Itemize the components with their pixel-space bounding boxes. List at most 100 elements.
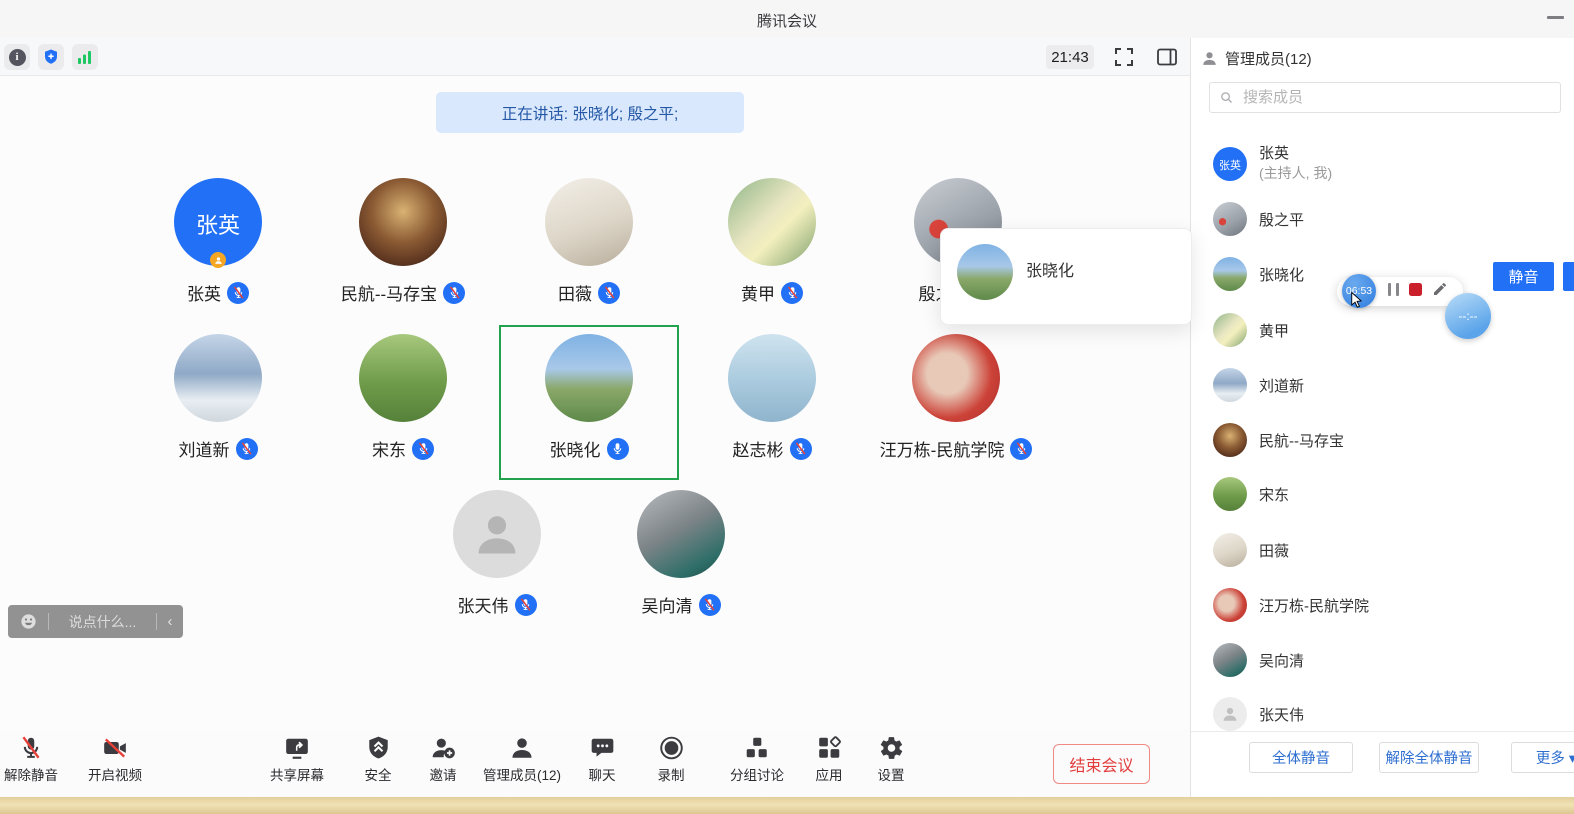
mute-all-button[interactable]: 全体静音 xyxy=(1249,742,1353,773)
avatar xyxy=(359,178,447,266)
unmute-all-button[interactable]: 解除全体静音 xyxy=(1379,742,1479,773)
apps-button[interactable]: 应用 xyxy=(816,735,843,784)
participant-tile[interactable]: 张英 张英 xyxy=(128,178,308,310)
muted-mic-icon xyxy=(515,594,537,616)
participant-tile[interactable]: 田薇 xyxy=(499,178,679,310)
minimize-button[interactable] xyxy=(1547,16,1564,19)
member-list-item[interactable]: 张天伟 xyxy=(1213,697,1304,731)
bottom-toolbar: 解除静音 开启视频 共享屏幕 安全 邀请 管理成员(12) 聊天 xyxy=(0,730,1190,797)
person-placeholder-icon xyxy=(1221,705,1239,723)
layout-toggle-button[interactable] xyxy=(1155,45,1179,69)
participant-tile[interactable]: 吴向清 xyxy=(591,490,771,622)
muted-mic-icon xyxy=(412,438,434,460)
participant-tile[interactable]: 汪万栋-民航学院 xyxy=(866,334,1046,466)
chat-input-placeholder[interactable]: 说点什么... xyxy=(49,612,156,632)
participant-name: 张晓化 xyxy=(550,436,601,461)
recorder-idle-bubble[interactable]: --:-- xyxy=(1445,293,1491,339)
member-search-box[interactable] xyxy=(1209,82,1561,113)
more-actions-button[interactable]: 更多 ▾ xyxy=(1511,742,1574,773)
meeting-info-button[interactable]: i xyxy=(4,44,30,70)
recorder-stop-button[interactable] xyxy=(1409,283,1422,296)
participant-tile[interactable]: 赵志彬 xyxy=(682,334,862,466)
record-button[interactable]: 录制 xyxy=(658,735,685,784)
mouse-cursor xyxy=(1348,288,1366,312)
meeting-window: 腾讯会议 i 21:43 正在讲话: 张晓化; 殷之平; 张英 张英 民航--马… xyxy=(0,0,1574,814)
member-panel: 管理成员(12) 张英 张英 (主持人, 我) 殷之平 张晓化 黄甲 刘道 xyxy=(1190,38,1574,797)
member-list-item[interactable]: 汪万栋-民航学院 xyxy=(1213,588,1369,622)
share-screen-icon xyxy=(284,735,310,761)
participant-name: 田薇 xyxy=(558,280,592,305)
avatar xyxy=(359,334,447,422)
chat-button[interactable]: 聊天 xyxy=(589,735,616,784)
avatar xyxy=(1213,368,1247,402)
member-list-item[interactable]: 张晓化 xyxy=(1213,257,1304,291)
member-name: 吴向清 xyxy=(1259,650,1304,671)
participant-tile[interactable]: 黄甲 xyxy=(682,178,862,310)
participant-name: 汪万栋-民航学院 xyxy=(880,436,1005,461)
member-role-label: (主持人, 我) xyxy=(1259,165,1332,183)
participant-tile[interactable]: 张天伟 xyxy=(407,490,587,622)
avatar xyxy=(1213,313,1247,347)
manage-members-button[interactable]: 管理成员(12) xyxy=(483,735,561,784)
member-list-item[interactable]: 刘道新 xyxy=(1213,368,1304,402)
participant-name: 黄甲 xyxy=(741,280,775,305)
breakout-blocks-icon xyxy=(744,735,770,761)
participant-tile[interactable]: 民航--马存宝 xyxy=(313,178,493,310)
member-list-item[interactable]: 民航--马存宝 xyxy=(1213,423,1344,457)
chat-quick-bar[interactable]: 说点什么... ‹ xyxy=(8,605,183,638)
member-name: 民航--马存宝 xyxy=(1259,430,1344,451)
member-name: 殷之平 xyxy=(1259,209,1304,230)
chatbar-collapse-button[interactable]: ‹ xyxy=(157,613,183,630)
member-name: 黄甲 xyxy=(1259,320,1289,341)
avatar xyxy=(453,490,541,578)
recorder-pause-button[interactable] xyxy=(1388,283,1401,296)
pencil-icon[interactable] xyxy=(1432,281,1448,297)
tooltip-name: 张晓化 xyxy=(1026,257,1074,281)
person-icon xyxy=(1201,50,1218,67)
avatar: 张英 xyxy=(174,178,262,266)
muted-mic-icon xyxy=(790,438,812,460)
camera-slash-icon xyxy=(102,735,128,761)
member-list-item[interactable]: 吴向清 xyxy=(1213,643,1304,677)
avatar xyxy=(728,334,816,422)
participant-name: 宋东 xyxy=(372,436,406,461)
settings-button[interactable]: 设置 xyxy=(878,735,905,784)
member-search-input[interactable] xyxy=(1241,88,1551,107)
avatar xyxy=(1213,697,1247,731)
muted-mic-icon xyxy=(227,282,249,304)
start-video-button[interactable]: 开启视频 xyxy=(88,735,142,784)
unmute-button[interactable]: 解除静音 xyxy=(4,735,58,784)
mute-member-button[interactable]: 静音 xyxy=(1493,262,1554,291)
member-list-item[interactable]: 黄甲 xyxy=(1213,313,1289,347)
participant-tile[interactable]: 宋东 xyxy=(313,334,493,466)
fullscreen-button[interactable] xyxy=(1112,45,1136,69)
invite-button[interactable]: 邀请 xyxy=(430,735,457,784)
avatar xyxy=(545,334,633,422)
emoji-button[interactable] xyxy=(8,612,48,631)
shield-icon xyxy=(365,735,391,761)
share-screen-button[interactable]: 共享屏幕 xyxy=(270,735,324,784)
member-more-button-cutoff[interactable] xyxy=(1563,262,1574,291)
chat-bubble-icon xyxy=(589,735,615,761)
avatar: 张英 xyxy=(1213,147,1247,181)
participant-tile[interactable]: 刘道新 xyxy=(128,334,308,466)
member-list-item[interactable]: 田薇 xyxy=(1213,533,1289,567)
end-meeting-button[interactable]: 结束会议 xyxy=(1053,744,1150,784)
member-list-item[interactable]: 殷之平 xyxy=(1213,202,1304,236)
security-status-button[interactable] xyxy=(38,44,64,70)
avatar-initials: 张英 xyxy=(174,208,262,240)
avatar xyxy=(1213,257,1247,291)
network-signal-button[interactable] xyxy=(72,44,98,70)
member-list-item[interactable]: 宋东 xyxy=(1213,477,1289,511)
participant-name: 赵志彬 xyxy=(733,436,784,461)
member-list-item[interactable]: 张英 张英 (主持人, 我) xyxy=(1213,147,1332,181)
security-button[interactable]: 安全 xyxy=(365,735,392,784)
avatar xyxy=(1213,588,1247,622)
live-mic-icon xyxy=(607,438,629,460)
participant-tile-active-speaker[interactable]: 张晓化 xyxy=(499,334,679,466)
muted-mic-icon xyxy=(699,594,721,616)
breakout-rooms-button[interactable]: 分组讨论 xyxy=(730,735,784,784)
member-name: 汪万栋-民航学院 xyxy=(1259,595,1369,616)
muted-mic-icon xyxy=(236,438,258,460)
member-name: 宋东 xyxy=(1259,484,1289,505)
